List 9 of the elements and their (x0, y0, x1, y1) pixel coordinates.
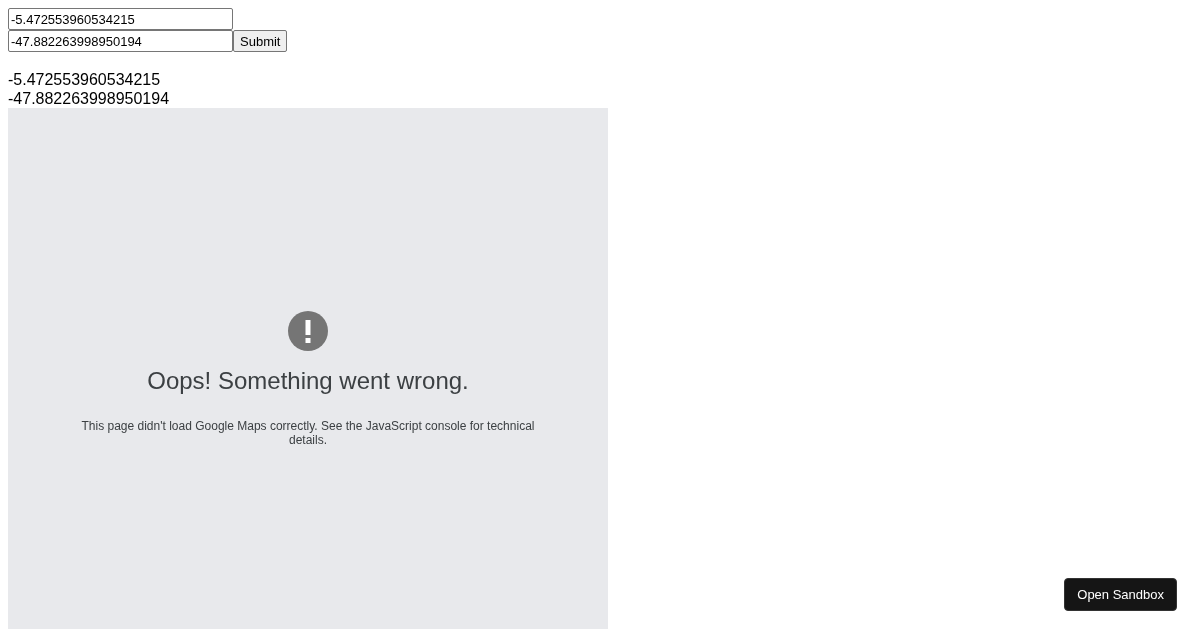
error-icon (288, 310, 328, 351)
error-message: This page didn't load Google Maps correctly. See the JavaScript console for technical details. (80, 418, 536, 447)
error-title: Oops! Something went wrong. (147, 366, 469, 395)
coordinate-field[interactable]: -47.882263998950194 (8, 30, 233, 52)
open-sandbox-button[interactable]: Open Sandbox (1064, 578, 1177, 611)
coordinate-text: -5.472553960534215 (8, 70, 161, 89)
coordinate-text: -47.882263998950194 (8, 89, 170, 108)
submit-button[interactable]: Submit (233, 30, 288, 52)
coordinate-field[interactable]: -5.472553960534215 (8, 8, 233, 30)
